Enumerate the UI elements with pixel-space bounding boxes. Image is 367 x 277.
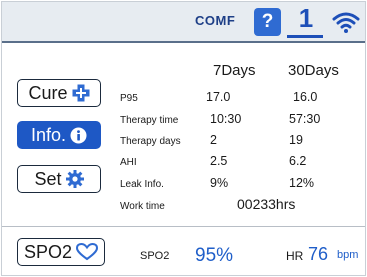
set-label: Set (34, 168, 62, 189)
help-button[interactable]: ? (254, 8, 281, 36)
row-label-work-time: Work time (120, 201, 165, 212)
cure-button[interactable]: Cure (17, 79, 101, 107)
row-label-therapy-time: Therapy time (120, 115, 179, 126)
info-label: Info. (30, 124, 67, 145)
col-header-30days: 30Days (288, 62, 339, 79)
cell-leak-7days: 9% (210, 176, 229, 190)
info-icon (70, 127, 87, 143)
spo2-button[interactable]: SPO2 (17, 238, 105, 266)
work-time-value: 00233hrs (237, 196, 296, 212)
hr-value: 76 (308, 244, 329, 264)
cell-therapy-days-30days: 19 (289, 133, 303, 147)
row-label-leak-info: Leak Info. (120, 179, 164, 190)
cell-therapy-days-7days: 2 (210, 133, 217, 147)
hr-unit: bpm (337, 249, 359, 261)
cell-ahi-30days: 6.2 (289, 154, 307, 168)
cure-label: Cure (28, 82, 68, 103)
comf-indicator[interactable]: COMF (195, 13, 235, 28)
set-button[interactable]: Set (17, 165, 101, 193)
row-label-ahi: AHI (120, 157, 137, 168)
cell-therapy-time-30days: 57:30 (289, 112, 321, 126)
cell-ahi-7days: 2.5 (210, 154, 228, 168)
user-underline (287, 35, 323, 38)
status-bar: COMF ? 1 (2, 2, 365, 43)
row-label-therapy-days: Therapy days (120, 136, 181, 147)
spo2-button-label: SPO2 (23, 241, 73, 262)
medical-cross-icon (72, 84, 89, 102)
col-header-7days: 7Days (213, 62, 256, 79)
cell-p95-30days: 16.0 (293, 90, 318, 104)
spo2-value: 95% (195, 245, 234, 266)
hr-label: HR (286, 249, 304, 263)
wifi-icon (332, 12, 360, 33)
cell-leak-30days: 12% (289, 176, 315, 190)
comf-label: COMF (195, 13, 236, 28)
info-button[interactable]: Info. (17, 121, 101, 149)
user-number[interactable]: 1 (293, 3, 319, 33)
footer-divider (2, 226, 365, 227)
cell-p95-7days: 17.0 (206, 90, 231, 104)
heart-icon (76, 243, 99, 261)
cell-therapy-time-7days: 10:30 (210, 112, 242, 126)
spo2-reading-label: SPO2 (140, 250, 170, 262)
row-label-p95: P95 (120, 93, 138, 104)
gear-icon (65, 170, 84, 188)
device-screen: COMF ? 1 Cure Info. Set SPO2 7Days 30Day… (1, 1, 366, 276)
